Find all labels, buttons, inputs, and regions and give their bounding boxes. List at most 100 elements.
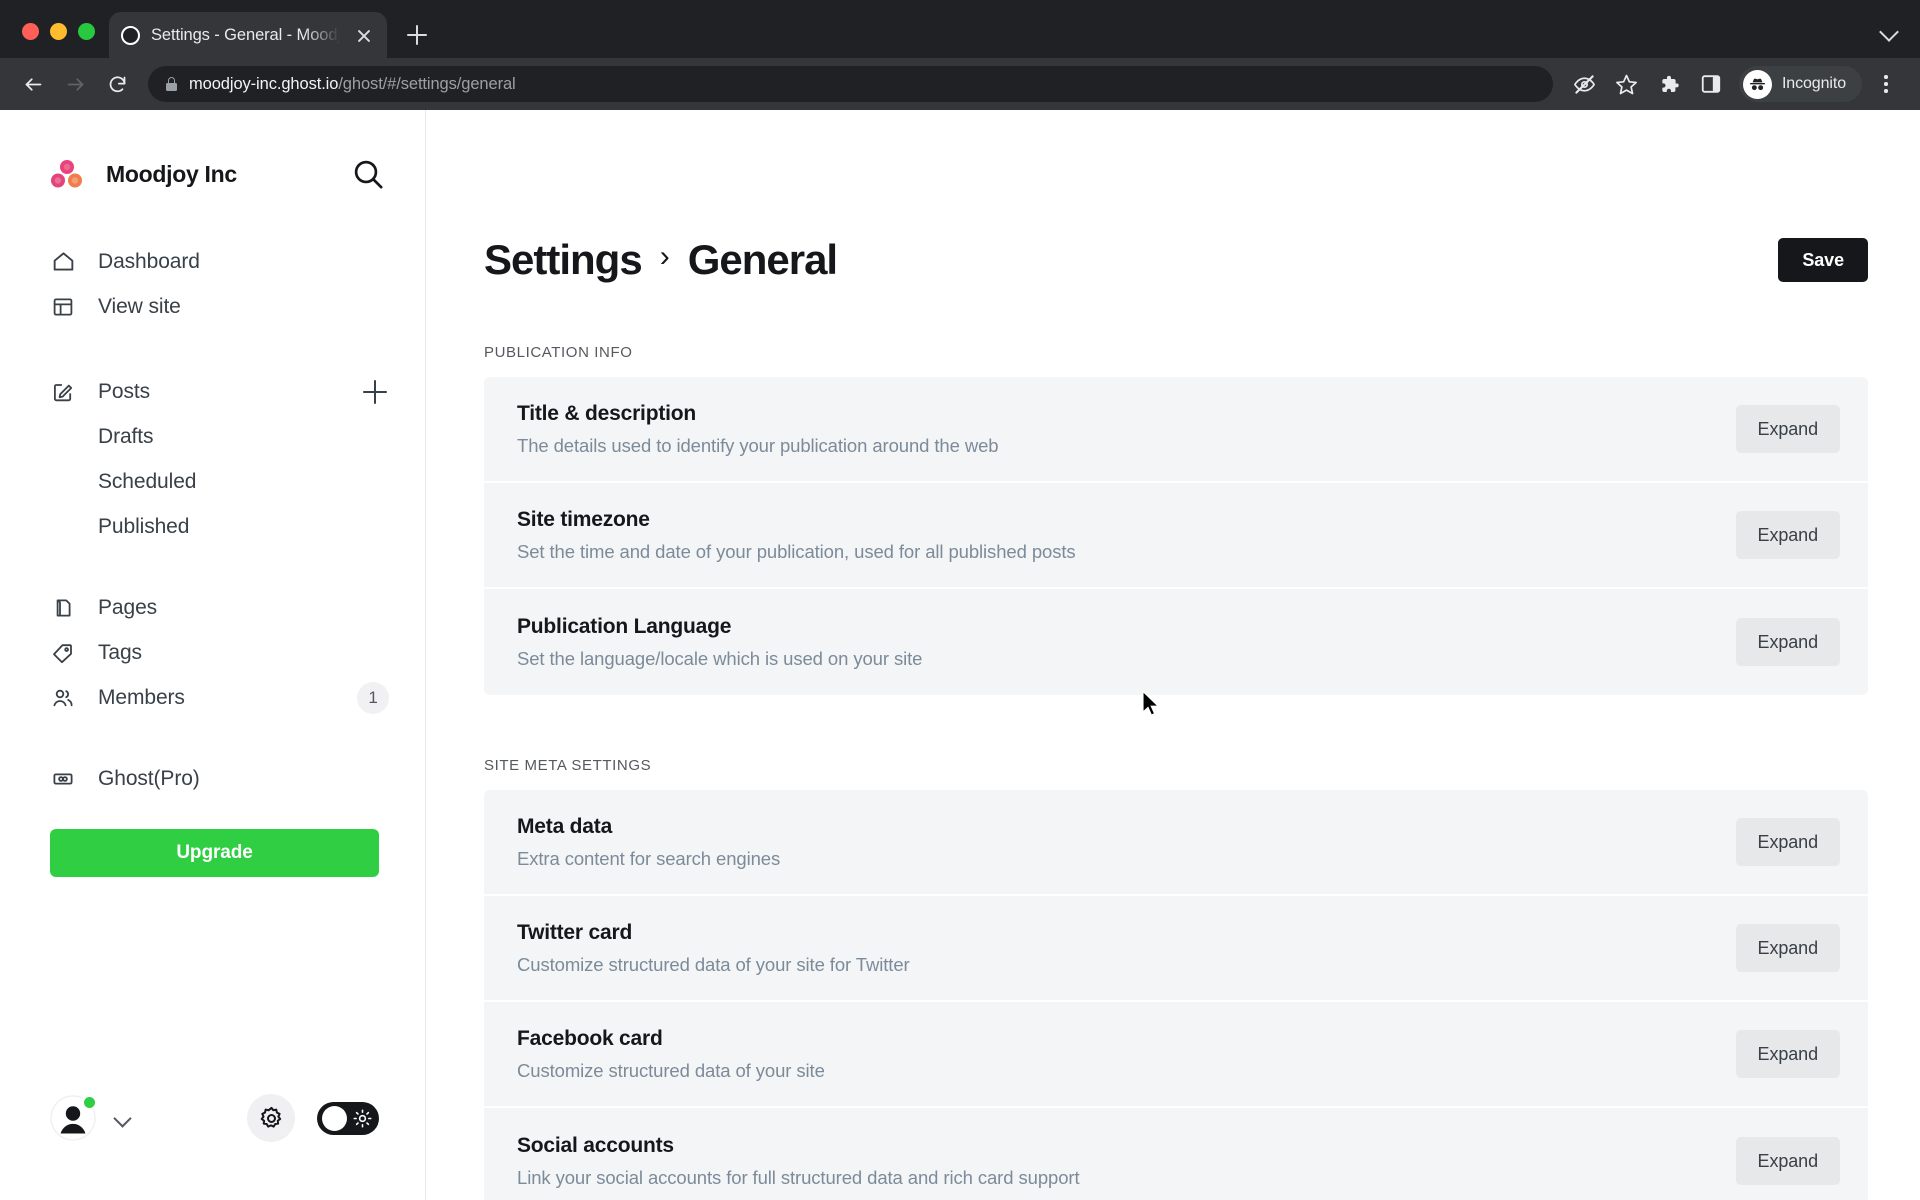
- row-description: Customize structured data of your site f…: [517, 953, 910, 975]
- browser-tab[interactable]: Settings - General - Moodjoy In: [109, 12, 387, 58]
- sidebar-item-posts[interactable]: Posts: [50, 369, 389, 414]
- row-text: Facebook card Customize structured data …: [517, 1027, 1736, 1082]
- settings-row-twitter-card[interactable]: Twitter card Customize structured data o…: [484, 896, 1868, 1002]
- sidebar-item-label: Published: [98, 514, 190, 538]
- row-title: Site timezone: [517, 507, 650, 531]
- sidebar-item-tags[interactable]: Tags: [50, 630, 389, 675]
- settings-row-site-timezone[interactable]: Site timezone Set the time and date of y…: [484, 483, 1868, 589]
- browser-toolbar: moodjoy-inc.ghost.io/ghost/#/settings/ge…: [0, 58, 1920, 110]
- row-title: Meta data: [517, 814, 613, 838]
- section-title: PUBLICATION INFO: [484, 344, 633, 361]
- brand-header: Moodjoy Inc: [0, 110, 425, 191]
- sidebar-item-dashboard[interactable]: Dashboard: [50, 239, 389, 284]
- forward-button[interactable]: [56, 65, 94, 103]
- sidebar-item-label: Members: [98, 685, 185, 709]
- section-publication-info: PUBLICATION INFO Title & description The…: [426, 344, 1920, 695]
- expand-button[interactable]: Expand: [1735, 818, 1840, 866]
- row-title: Social accounts: [517, 1133, 674, 1157]
- sidebar-item-drafts[interactable]: Drafts: [98, 414, 389, 459]
- sidebar-item-ghost-pro[interactable]: Ghost(Pro): [50, 756, 389, 801]
- theme-toggle[interactable]: [317, 1101, 379, 1135]
- sidebar-item-view-site[interactable]: View site: [50, 284, 389, 329]
- layout-icon: [50, 294, 76, 320]
- search-icon[interactable]: [351, 157, 385, 191]
- ghost-pro-icon: [50, 766, 76, 792]
- upgrade-button[interactable]: Upgrade: [50, 829, 379, 877]
- row-title: Twitter card: [517, 920, 633, 944]
- page-content: Moodjoy Inc Dashboard View site Posts Dr…: [0, 110, 1920, 1200]
- expand-button[interactable]: Expand: [1735, 924, 1840, 972]
- brand-name: Moodjoy Inc: [106, 160, 237, 187]
- back-button[interactable]: [14, 65, 52, 103]
- expand-button[interactable]: Expand: [1735, 1030, 1840, 1078]
- members-icon: [50, 685, 76, 711]
- page-icon: [50, 595, 76, 621]
- tab-strip: Settings - General - Moodjoy In: [0, 0, 1920, 58]
- address-bar[interactable]: moodjoy-inc.ghost.io/ghost/#/settings/ge…: [148, 66, 1553, 102]
- close-tab-icon[interactable]: [353, 24, 375, 46]
- sidebar-item-label: View site: [98, 294, 181, 318]
- incognito-icon: [1742, 69, 1772, 99]
- moodjoy-logo-icon: [51, 160, 82, 188]
- extensions-puzzle-icon[interactable]: [1649, 64, 1689, 104]
- edit-square-icon: [50, 379, 76, 405]
- kebab-menu-icon[interactable]: [1866, 64, 1906, 104]
- sidebar-item-published[interactable]: Published: [98, 504, 389, 549]
- breadcrumb-root[interactable]: Settings: [484, 239, 643, 281]
- chevron-down-icon[interactable]: [112, 1107, 134, 1129]
- row-text: Publication Language Set the language/lo…: [517, 615, 1736, 670]
- chevron-down-icon[interactable]: [1876, 18, 1902, 44]
- incognito-profile-button[interactable]: Incognito: [1738, 66, 1862, 102]
- row-description: Customize structured data of your site: [517, 1059, 825, 1081]
- row-description: Set the time and date of your publicatio…: [517, 540, 1076, 562]
- sidebar-item-label: Posts: [98, 379, 151, 403]
- posts-subnav: Drafts Scheduled Published: [50, 414, 389, 549]
- maximize-window-button[interactable]: [78, 23, 95, 40]
- minimize-window-button[interactable]: [50, 23, 67, 40]
- settings-row-facebook-card[interactable]: Facebook card Customize structured data …: [484, 1002, 1868, 1108]
- close-window-button[interactable]: [22, 23, 39, 40]
- settings-row-meta-data[interactable]: Meta data Extra content for search engin…: [484, 790, 1868, 896]
- sidebar-item-label: Drafts: [98, 424, 154, 448]
- user-menu-button[interactable]: [50, 1095, 134, 1141]
- expand-button[interactable]: Expand: [1735, 618, 1840, 666]
- tab-strip-right: [1876, 18, 1920, 58]
- new-tab-button[interactable]: [399, 17, 435, 53]
- bookmark-star-icon[interactable]: [1607, 64, 1647, 104]
- row-title: Title & description: [517, 401, 697, 425]
- row-text: Social accounts Link your social account…: [517, 1134, 1736, 1189]
- section-site-meta-settings: SITE META SETTINGS Meta data Extra conte…: [426, 757, 1920, 1200]
- new-post-plus-icon[interactable]: [361, 378, 389, 406]
- upgrade-section: Upgrade: [0, 801, 425, 877]
- sidebar-item-scheduled[interactable]: Scheduled: [98, 459, 389, 504]
- settings-row-title-description[interactable]: Title & description The details used to …: [484, 377, 1868, 483]
- row-text: Meta data Extra content for search engin…: [517, 815, 1736, 870]
- tab-title: Settings - General - Moodjoy In: [151, 25, 342, 44]
- side-panel-icon[interactable]: [1691, 64, 1731, 104]
- tag-icon: [50, 640, 76, 666]
- sidebar-nav: Dashboard View site Posts Drafts Schedul…: [0, 191, 425, 801]
- expand-button[interactable]: Expand: [1735, 405, 1840, 453]
- save-button[interactable]: Save: [1778, 238, 1868, 282]
- expand-button[interactable]: Expand: [1735, 1137, 1840, 1185]
- url-text: moodjoy-inc.ghost.io/ghost/#/settings/ge…: [189, 75, 516, 94]
- user-avatar: [50, 1095, 97, 1141]
- reload-button[interactable]: [98, 65, 136, 103]
- settings-card-group: Meta data Extra content for search engin…: [484, 790, 1868, 1200]
- online-status-dot: [82, 1095, 97, 1110]
- sidebar-item-members[interactable]: Members 1: [50, 675, 389, 720]
- sidebar: Moodjoy Inc Dashboard View site Posts Dr…: [0, 110, 426, 1200]
- row-text: Title & description The details used to …: [517, 402, 1736, 457]
- incognito-label: Incognito: [1781, 75, 1846, 92]
- row-text: Twitter card Customize structured data o…: [517, 921, 1736, 976]
- window-traffic-lights: [14, 23, 109, 58]
- expand-button[interactable]: Expand: [1735, 511, 1840, 559]
- settings-row-social-accounts[interactable]: Social accounts Link your social account…: [484, 1108, 1868, 1200]
- sidebar-footer-actions: [247, 1094, 379, 1142]
- settings-gear-button[interactable]: [247, 1094, 295, 1142]
- lock-icon: [166, 77, 177, 91]
- settings-row-publication-language[interactable]: Publication Language Set the language/lo…: [484, 589, 1868, 695]
- tracking-protection-icon[interactable]: [1565, 64, 1605, 104]
- sidebar-item-pages[interactable]: Pages: [50, 585, 389, 630]
